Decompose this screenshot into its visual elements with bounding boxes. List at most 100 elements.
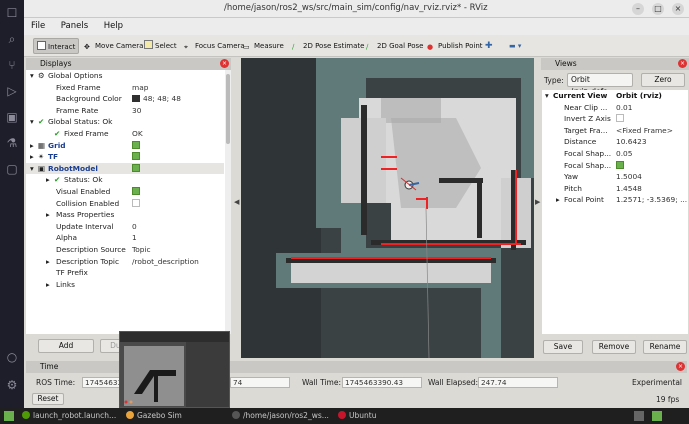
view-property-row[interactable]: ▸ Focal Point 1.2571; -3.5369; ... — [542, 194, 688, 206]
reset-button[interactable]: Reset — [32, 393, 64, 405]
add-display-button[interactable]: Add — [38, 339, 94, 353]
start-icon[interactable] — [4, 411, 14, 421]
expand-arrow-icon[interactable]: ▾ — [30, 116, 34, 128]
display-row-value-cell[interactable]: 0 — [132, 221, 137, 233]
view-property-row[interactable]: Target Fra... <Fixed Frame> — [542, 125, 688, 137]
display-row[interactable]: ▸ Description Topic/robot_description — [26, 256, 224, 268]
testing-icon[interactable]: ⚗ — [0, 130, 24, 156]
view-property-value[interactable]: 1.4548 — [616, 184, 642, 193]
view-property-value-cell[interactable]: 1.2571; -3.5369; ... — [616, 194, 687, 206]
task-gazebo[interactable]: Gazebo Sim — [126, 410, 182, 422]
color-swatch[interactable] — [132, 95, 140, 103]
rename-view-button[interactable]: Rename — [643, 340, 687, 354]
remove-view-button[interactable]: Remove — [592, 340, 636, 354]
view-property-row[interactable]: Yaw 1.5004 — [542, 171, 688, 183]
panel-close-icon[interactable]: × — [220, 59, 229, 68]
view-property-value[interactable]: <Fixed Frame> — [616, 126, 673, 135]
enable-checkbox[interactable] — [132, 198, 140, 207]
save-view-button[interactable]: Save — [543, 340, 583, 354]
display-row-value-cell[interactable]: /robot_description — [132, 256, 199, 268]
view-property-value-cell[interactable]: 1.4548 — [616, 183, 642, 195]
enable-checkbox[interactable] — [132, 186, 140, 195]
display-row-value-cell[interactable] — [132, 186, 140, 198]
display-row[interactable]: Frame Rate 30 — [26, 105, 224, 117]
account-icon[interactable]: ○ — [0, 344, 24, 370]
expand-arrow-icon[interactable]: ▸ — [30, 140, 34, 152]
measure-tool[interactable]: ▭ Measure — [243, 38, 284, 54]
view-property-value-cell[interactable]: <Fixed Frame> — [616, 125, 673, 137]
tray-status-icon[interactable] — [652, 411, 662, 421]
menu-panels[interactable]: Panels — [54, 18, 94, 31]
expand-arrow-icon[interactable]: ▸ — [46, 279, 50, 291]
view-property-value-cell[interactable]: 1.5004 — [616, 171, 642, 183]
collapse-left-icon[interactable]: ◀ — [234, 198, 239, 206]
display-row-value-cell[interactable]: Topic — [132, 244, 151, 256]
view-property-value-cell[interactable]: 0.05 — [616, 148, 632, 160]
view-property-value[interactable]: 0.05 — [616, 149, 632, 158]
display-row[interactable]: ▸ ✔ Status: Ok — [26, 174, 224, 186]
remove-tool-icon[interactable]: ▬ ▾ — [509, 38, 521, 54]
render-3d-view[interactable] — [241, 58, 534, 358]
focus-camera-tool[interactable]: ⌖ Focus Camera — [184, 38, 245, 54]
display-row[interactable]: Collision Enabled — [26, 198, 224, 210]
display-row[interactable]: TF Prefix — [26, 267, 224, 279]
display-row-value-cell[interactable]: map — [132, 82, 148, 94]
view-property-row[interactable]: Near Clip ... 0.01 — [542, 102, 688, 114]
search-icon[interactable]: ⌕ — [0, 26, 24, 52]
view-property-value-cell[interactable]: Orbit (rviz) — [616, 90, 662, 102]
view-property-row[interactable]: Focal Shap... 0.05 — [542, 148, 688, 160]
display-row[interactable]: Update Interval 0 — [26, 221, 224, 233]
time-close-icon[interactable]: × — [676, 362, 685, 371]
task-folder[interactable]: /home/jason/ros2_ws... — [232, 410, 329, 422]
display-row[interactable]: ✔ Fixed Frame OK — [26, 128, 224, 140]
display-row[interactable]: Alpha 1 — [26, 232, 224, 244]
right-splitter[interactable]: ▶ — [534, 58, 541, 358]
expand-arrow-icon[interactable]: ▾ — [30, 70, 34, 82]
view-property-value-cell[interactable] — [616, 160, 624, 172]
display-row-value[interactable]: /robot_description — [132, 257, 199, 266]
display-row[interactable]: ▸ Mass Properties — [26, 209, 224, 221]
display-row[interactable]: Visual Enabled — [26, 186, 224, 198]
enable-checkbox[interactable] — [132, 140, 140, 149]
collapse-right-icon[interactable]: ▶ — [535, 198, 540, 206]
view-property-row[interactable]: Distance 10.6423 — [542, 136, 688, 148]
run-debug-icon[interactable]: ▷ — [0, 78, 24, 104]
display-row-value[interactable]: map — [132, 83, 148, 92]
view-type-select[interactable]: Orbit (rviz_defa▾ — [567, 73, 633, 96]
display-row-value[interactable]: 30 — [132, 106, 141, 115]
expand-arrow-icon[interactable]: ▾ — [545, 90, 549, 102]
publish-point-tool[interactable]: ● Publish Point — [427, 38, 483, 54]
task-launch-robot[interactable]: launch_robot.launch... — [22, 410, 116, 422]
enable-checkbox[interactable] — [132, 152, 140, 161]
view-property-value-cell[interactable] — [616, 113, 624, 125]
view-property-value[interactable]: 1.2571; -3.5369; ... — [616, 195, 687, 204]
maximize-icon[interactable]: □ — [652, 3, 664, 15]
view-property-value[interactable]: Orbit (rviz) — [616, 91, 662, 100]
view-property-row[interactable]: Pitch 1.4548 — [542, 183, 688, 195]
display-row[interactable]: ▸ ✴ TF — [26, 151, 224, 163]
extensions-icon[interactable]: ▣ — [0, 104, 24, 130]
focal-shape-checkbox[interactable] — [616, 160, 624, 169]
source-control-icon[interactable]: ⑂ — [0, 52, 24, 78]
expand-arrow-icon[interactable]: ▸ — [46, 174, 50, 186]
display-row-value-cell[interactable]: 30 — [132, 105, 141, 117]
settings-gear-icon[interactable]: ⚙ — [0, 372, 24, 398]
expand-arrow-icon[interactable]: ▾ — [30, 163, 34, 175]
remote-icon[interactable]: ▢ — [0, 156, 24, 182]
display-row-value[interactable]: Topic — [132, 245, 151, 254]
interact-tool[interactable]: Interact — [33, 38, 80, 54]
display-row[interactable]: ▾ ✔ Global Status: Ok — [26, 116, 224, 128]
view-property-value[interactable]: 0.01 — [616, 103, 632, 112]
experimental-checkbox[interactable]: Experimental — [632, 378, 682, 387]
tray-icon[interactable] — [634, 411, 644, 421]
expand-arrow-icon[interactable]: ▸ — [46, 209, 50, 221]
view-property-value[interactable]: 10.6423 — [616, 137, 647, 146]
pose-estimate-tool[interactable]: ∕ 2D Pose Estimate — [292, 38, 364, 54]
enable-checkbox[interactable] — [132, 163, 140, 172]
display-row[interactable]: ▾ ⚙ Global Options — [26, 70, 224, 82]
displays-scrollbar[interactable] — [225, 70, 231, 334]
view-property-value-cell[interactable]: 10.6423 — [616, 136, 647, 148]
select-tool[interactable]: Select — [144, 38, 177, 54]
zero-button[interactable]: Zero — [641, 73, 685, 87]
left-splitter[interactable]: ◀ — [232, 58, 241, 358]
